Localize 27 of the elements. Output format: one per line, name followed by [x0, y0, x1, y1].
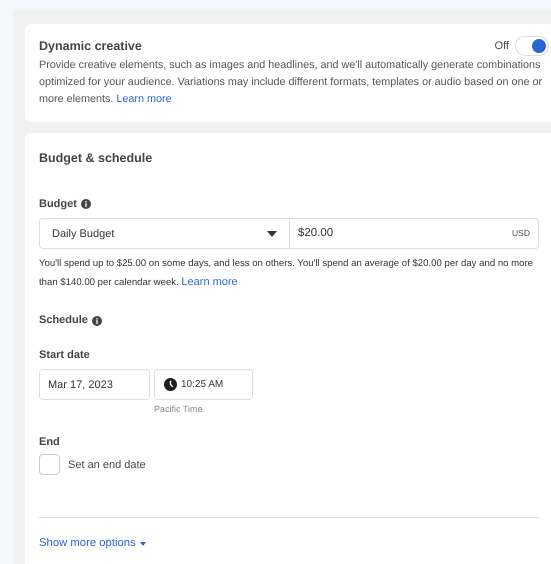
end-label: End	[39, 434, 61, 450]
start-date-label: Start date	[39, 348, 91, 363]
caret-icon	[140, 542, 146, 546]
section-title: Budget & schedule	[39, 150, 154, 167]
budget-label: Budget	[39, 196, 77, 212]
amount-value: $20.00	[298, 226, 334, 242]
learn-more-link[interactable]: Learn more	[181, 276, 238, 288]
clock-icon	[164, 378, 177, 392]
schedule-label: Schedule	[39, 313, 88, 328]
info-icon	[80, 199, 91, 209]
learn-more-link[interactable]: Learn more	[116, 93, 172, 105]
checkbox-label: Set an end date	[68, 458, 146, 472]
toggle-label: Off	[494, 38, 509, 54]
budget-type-dropdown[interactable]: Daily Budget	[39, 218, 290, 250]
time-field[interactable]: 10:25 AM	[154, 369, 253, 400]
toggle-switch[interactable]	[515, 36, 549, 56]
end-date-checkbox[interactable]	[39, 454, 60, 476]
description: Provide creative elements, such as images and headlines, and we'll automatically generate combinations optimized for your audience. Variations may include different formats, templates or audio based on one or more elements. Learn more	[39, 58, 544, 107]
date-field[interactable]: Mar 17, 2023	[39, 369, 150, 400]
currency-label: USD	[512, 227, 530, 240]
section-title: Dynamic creative	[39, 38, 142, 55]
show-more-options-link[interactable]: Show more options	[39, 535, 146, 552]
amount-field[interactable]: $20.00 USD	[290, 218, 539, 250]
info-icon	[92, 316, 102, 326]
budget-note: You'll spend up to $25.00 on some days, and less on others. You'll spend an average of $20.00 per day and no more than $140.00 per calendar week. Learn more	[39, 257, 534, 290]
timezone-label: Pacific Time	[154, 403, 203, 416]
caret-icon	[267, 230, 277, 237]
